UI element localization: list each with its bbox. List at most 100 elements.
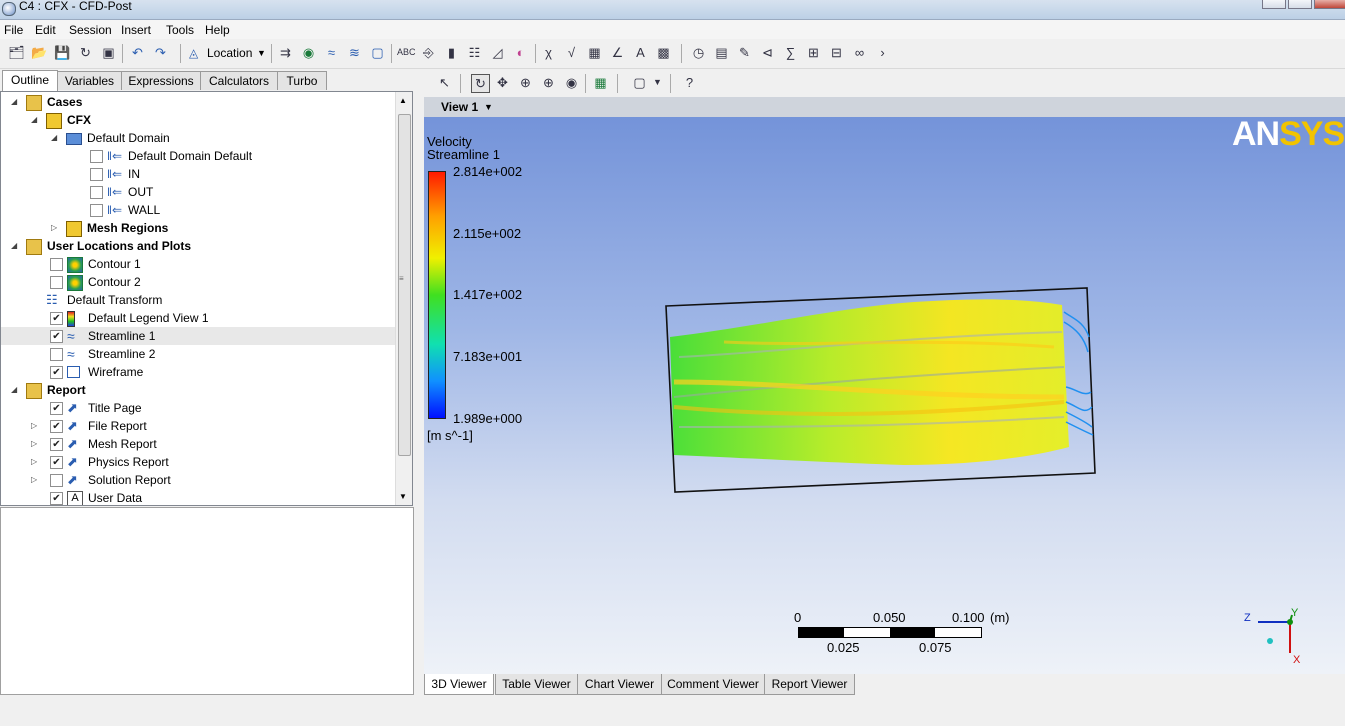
figure-icon[interactable]: ▩: [655, 44, 672, 61]
help-cursor-icon[interactable]: ?: [681, 74, 698, 91]
3d-viewport[interactable]: View 1 ▼ ANSYS Velocity Streamline 1 2.8…: [424, 97, 1345, 674]
tree-item-legend-view[interactable]: ✔ Default Legend View 1: [1, 309, 396, 327]
scrollbar-thumb[interactable]: [398, 114, 411, 456]
coordinate-frame-icon[interactable]: ⎆: [420, 44, 437, 61]
collapse-arrow-icon[interactable]: ▷: [31, 471, 39, 489]
chevron-down-icon[interactable]: ▼: [649, 74, 666, 91]
highlight-icon[interactable]: ▦: [592, 74, 609, 91]
tree-item-default-transform[interactable]: ☷ Default Transform: [1, 291, 396, 309]
table-icon[interactable]: ▦: [586, 44, 603, 61]
tree-item-cfx[interactable]: ◢ CFX: [1, 111, 396, 129]
tree-item-out[interactable]: ‖⇐ OUT: [1, 183, 396, 201]
close-button[interactable]: [1314, 0, 1345, 9]
volume-render-icon[interactable]: ▢: [369, 44, 386, 61]
instance-transform-icon[interactable]: ☷: [466, 44, 483, 61]
visibility-checkbox[interactable]: ✔: [50, 438, 63, 451]
menu-insert[interactable]: Insert: [121, 23, 151, 37]
tree-item-file-report[interactable]: ▷ ✔ ⬈ File Report: [1, 417, 396, 435]
probe-icon[interactable]: ⊲: [759, 44, 776, 61]
visibility-checkbox[interactable]: ✔: [50, 492, 63, 505]
visibility-checkbox[interactable]: [90, 186, 103, 199]
visibility-checkbox[interactable]: [50, 348, 63, 361]
tree-item-report[interactable]: ◢ Report: [1, 381, 396, 399]
tree-item-wall[interactable]: ‖⇐ WALL: [1, 201, 396, 219]
tab-outline[interactable]: Outline: [2, 70, 58, 91]
tree-item-mesh-regions[interactable]: ▷ Mesh Regions: [1, 219, 396, 237]
tab-expressions[interactable]: Expressions: [121, 71, 201, 90]
tree-scrollbar[interactable]: ▲ ≡ ▼: [395, 92, 412, 505]
clip-plane-icon[interactable]: ◿: [489, 44, 506, 61]
menu-tools[interactable]: Tools: [166, 23, 194, 37]
maximize-button[interactable]: [1288, 0, 1312, 9]
zoom-fit-icon[interactable]: ◉: [563, 74, 580, 91]
vector-icon[interactable]: ⇉: [277, 44, 294, 61]
location-dropdown[interactable]: ◬ Location ▼: [187, 43, 267, 63]
collapse-arrow-icon[interactable]: ▷: [31, 453, 39, 471]
tree-item-default-domain-default[interactable]: ‖⇐ Default Domain Default: [1, 147, 396, 165]
variable-icon[interactable]: χ: [540, 44, 557, 61]
menu-help[interactable]: Help: [205, 23, 230, 37]
tree-item-user-locations[interactable]: ◢ User Locations and Plots: [1, 237, 396, 255]
tree-item-physics-report[interactable]: ▷ ✔ ⬈ Physics Report: [1, 453, 396, 471]
tab-variables[interactable]: Variables: [57, 71, 122, 90]
tab-3d-viewer[interactable]: 3D Viewer: [424, 674, 494, 695]
visibility-checkbox[interactable]: ✔: [50, 330, 63, 343]
comment-icon[interactable]: A: [632, 44, 649, 61]
collapse-arrow-icon[interactable]: ▷: [31, 435, 39, 453]
collapse-arrow-icon[interactable]: ▷: [31, 417, 39, 435]
visibility-checkbox[interactable]: ✔: [50, 312, 63, 325]
tree-item-solution-report[interactable]: ▷ ⬈ Solution Report: [1, 471, 396, 489]
command-editor-icon[interactable]: ›: [874, 44, 891, 61]
macro-calculator-icon[interactable]: ⊞: [805, 44, 822, 61]
undo-icon[interactable]: ↶: [129, 44, 146, 61]
tree-item-wireframe[interactable]: ✔ Wireframe: [1, 363, 396, 381]
visibility-checkbox[interactable]: [90, 168, 103, 181]
menu-session[interactable]: Session: [69, 23, 112, 37]
select-icon[interactable]: ↖: [436, 74, 453, 91]
rotate-icon[interactable]: ↻: [471, 74, 490, 93]
viewport-layout-icon[interactable]: ▢: [631, 74, 648, 91]
function-calculator-icon[interactable]: ∑: [782, 44, 799, 61]
visibility-checkbox[interactable]: [50, 474, 63, 487]
mesh-calculator-icon[interactable]: ⊟: [828, 44, 845, 61]
timestep-icon[interactable]: ◷: [690, 44, 707, 61]
expand-arrow-icon[interactable]: ◢: [11, 381, 19, 399]
visibility-checkbox[interactable]: ✔: [50, 402, 63, 415]
menu-file[interactable]: File: [4, 23, 23, 37]
new-folder-icon[interactable]: 🗂: [8, 44, 25, 61]
load-results-icon[interactable]: 📂: [31, 44, 48, 61]
tree-item-in[interactable]: ‖⇐ IN: [1, 165, 396, 183]
scroll-up-icon[interactable]: ▲: [399, 96, 407, 105]
contour-icon[interactable]: ◉: [300, 44, 317, 61]
camera-icon[interactable]: ▣: [100, 44, 117, 61]
tab-report-viewer[interactable]: Report Viewer: [764, 674, 855, 695]
tree-item-default-domain[interactable]: ◢ Default Domain: [1, 129, 396, 147]
case-comparison-icon[interactable]: ∞: [851, 44, 868, 61]
particle-track-icon[interactable]: ≋: [346, 44, 363, 61]
visibility-checkbox[interactable]: ✔: [50, 456, 63, 469]
quick-editor-icon[interactable]: ✎: [736, 44, 753, 61]
zoom-icon[interactable]: ⊕: [517, 74, 534, 91]
redo-icon[interactable]: ↷: [152, 44, 169, 61]
scroll-down-icon[interactable]: ▼: [399, 492, 407, 501]
menu-edit[interactable]: Edit: [35, 23, 56, 37]
visibility-checkbox[interactable]: ✔: [50, 366, 63, 379]
tree-item-title-page[interactable]: ✔ ⬈ Title Page: [1, 399, 396, 417]
tab-comment-viewer[interactable]: Comment Viewer: [661, 674, 765, 695]
tree-item-streamline-1[interactable]: ✔ ≈ Streamline 1: [1, 327, 396, 345]
chart-icon[interactable]: ∠: [609, 44, 626, 61]
visibility-checkbox[interactable]: [90, 204, 103, 217]
text-icon[interactable]: ABC: [397, 44, 416, 61]
pan-icon[interactable]: ✥: [494, 74, 511, 91]
collapse-arrow-icon[interactable]: ▷: [51, 219, 59, 237]
tab-table-viewer[interactable]: Table Viewer: [495, 674, 578, 695]
visibility-checkbox[interactable]: [90, 150, 103, 163]
streamline-icon[interactable]: ≈: [323, 44, 340, 61]
tree-item-cases[interactable]: ◢ Cases: [1, 93, 396, 111]
tree-item-mesh-report[interactable]: ▷ ✔ ⬈ Mesh Report: [1, 435, 396, 453]
expression-icon[interactable]: √: [563, 44, 580, 61]
color-map-icon[interactable]: ◐: [512, 44, 529, 61]
tab-turbo[interactable]: Turbo: [277, 71, 327, 90]
tab-chart-viewer[interactable]: Chart Viewer: [577, 674, 662, 695]
save-state-icon[interactable]: 💾: [54, 44, 71, 61]
